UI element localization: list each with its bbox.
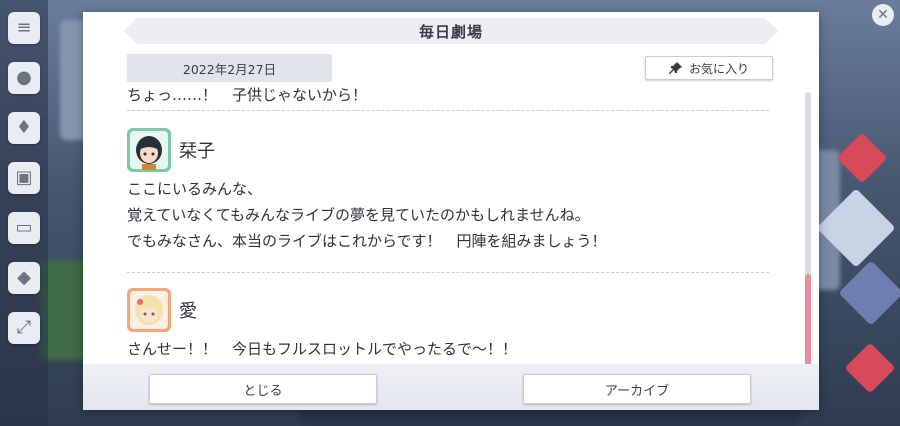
scroll-thumb[interactable] <box>805 274 811 368</box>
favorite-button[interactable]: お気に入り <box>645 56 773 80</box>
message-list[interactable]: ちょっ……！ 子供じゃないから！ 栞子 ここにいるみんな、 覚えていなくてもみん… <box>127 86 771 362</box>
tile <box>838 260 900 326</box>
message-lines: さんせー！！ 今日もフルスロットルでやったるで〜！！ <box>127 336 517 362</box>
right-side-decor: ✕ <box>816 0 900 426</box>
cup-icon[interactable]: ◆ <box>8 262 40 294</box>
menu-icon[interactable]: ≡ <box>8 12 40 44</box>
avatar-shioriko <box>127 128 171 172</box>
red-tile <box>844 342 896 394</box>
favorite-label: お気に入り <box>688 61 749 76</box>
separator <box>127 272 769 273</box>
chat-icon[interactable]: ● <box>8 62 40 94</box>
pin-icon <box>668 62 682 74</box>
archive-button[interactable]: アーカイブ <box>523 374 751 404</box>
separator <box>127 110 769 111</box>
message-line: さんせー！！ 今日もフルスロットルでやったるで〜！！ <box>127 340 518 358</box>
red-tile <box>836 132 888 184</box>
speaker-name: 栞子 <box>179 141 215 162</box>
speaker-row: 栞子 <box>127 128 215 172</box>
close-button[interactable]: とじる <box>149 374 377 404</box>
message-lines: ここにいるみんな、 覚えていなくてもみんなライブの夢を見ていたのかもしれませんね… <box>127 176 607 254</box>
gift-icon[interactable]: ▣ <box>8 162 40 194</box>
tile <box>816 188 896 268</box>
character-portrait-icon <box>127 288 171 332</box>
scrollbar[interactable] <box>805 92 811 368</box>
daily-theater-dialog: 毎日劇場 2022年2月27日 お気に入り ちょっ……！ 子供じゃないから！ 栞… <box>83 12 819 410</box>
message-line: ここにいるみんな、 <box>127 180 263 198</box>
expand-icon[interactable]: ⤢ <box>8 312 40 344</box>
speaker-name: 愛 <box>179 301 197 322</box>
dialog-title: 毎日劇場 <box>123 18 779 44</box>
screen-icon[interactable]: ▭ <box>8 212 40 244</box>
message-line-partial: ちょっ……！ 子供じゃないから！ <box>127 86 368 104</box>
message-line: でもみなさん、本当のライブはこれからです！ 円陣を組みましょう！ <box>127 232 607 250</box>
avatar-ai <box>127 288 171 332</box>
character-portrait-icon <box>127 128 171 172</box>
date-label: 2022年2月27日 <box>127 54 332 82</box>
trophy-icon[interactable]: ♦ <box>8 112 40 144</box>
dialog-footer: とじる アーカイブ <box>83 364 819 410</box>
speaker-row: 愛 <box>127 288 197 332</box>
close-icon[interactable]: ✕ <box>872 4 894 26</box>
side-menu: ≡ ● ♦ ▣ ▭ ◆ ⤢ <box>0 0 48 426</box>
message-line: 覚えていなくてもみんなライブの夢を見ていたのかもしれませんね。 <box>127 206 590 224</box>
